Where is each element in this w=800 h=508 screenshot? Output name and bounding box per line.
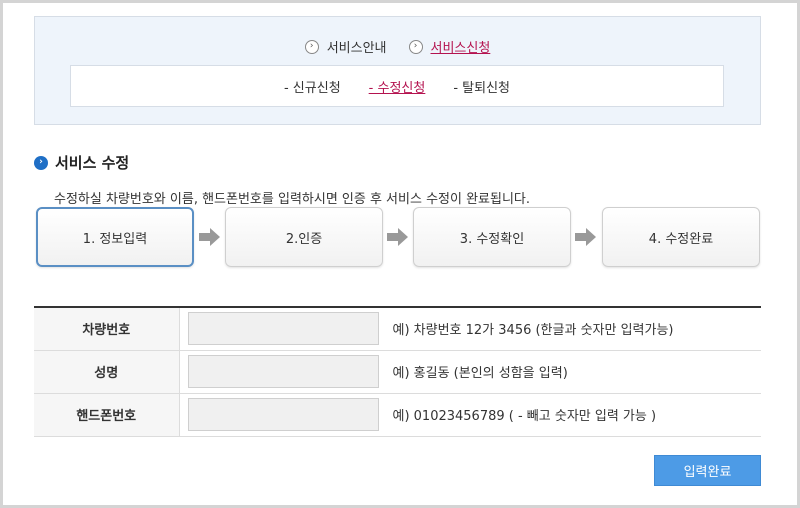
form-row-phone: 핸드폰번호 예) 01023456789 ( - 빼고 숫자만 입력 가능 ) (34, 393, 761, 437)
section-description: 수정하실 차량번호와 이름, 핸드폰번호를 입력하시면 인증 후 서비스 수정이… (54, 192, 531, 207)
sub-link-new[interactable]: - 신규신청 (284, 77, 341, 96)
car-number-input[interactable] (187, 312, 379, 346)
field-label: 성명 (34, 350, 180, 394)
section-title-text: 서비스 수정 (55, 154, 130, 172)
sub-link-withdraw[interactable]: - 탈퇴신청 (453, 77, 510, 96)
gray-arrow-right-icon (387, 228, 409, 246)
step-2: 2.인증 (225, 207, 383, 267)
step-3: 3. 수정확인 (413, 207, 571, 267)
nav-link-service-apply[interactable]: › 서비스신청 (408, 37, 491, 56)
nav-link-label: 서비스신청 (430, 41, 491, 56)
field-hint: 예) 홍길동 (본인의 성함을 입력) (392, 366, 568, 381)
field-label: 차량번호 (34, 307, 180, 351)
blue-circle-chevron-icon: › (34, 155, 48, 170)
submit-button[interactable]: 입력완료 (654, 455, 761, 486)
name-input[interactable] (187, 355, 379, 388)
sub-link-modify[interactable]: - 수정신청 (369, 77, 426, 96)
step-indicator: 1. 정보입력 2.인증 3. 수정확인 4. 수정완료 (36, 207, 761, 267)
circle-chevron-right-icon: › (304, 39, 319, 54)
service-nav: › 서비스안내 › 서비스신청 - 신규신청 - 수정신청 - 탈퇴신청 (34, 16, 761, 125)
modify-form: 차량번호 예) 차량번호 12가 3456 (한글과 숫자만 입력가능) 성명 … (34, 306, 761, 437)
sub-nav: - 신규신청 - 수정신청 - 탈퇴신청 (70, 65, 724, 107)
field-hint: 예) 01023456789 ( - 빼고 숫자만 입력 가능 ) (392, 409, 657, 424)
field-label: 핸드폰번호 (34, 393, 180, 437)
section-title: › 서비스 수정 (34, 152, 129, 173)
form-row-car-number: 차량번호 예) 차량번호 12가 3456 (한글과 숫자만 입력가능) (34, 307, 761, 351)
nav-top-links: › 서비스안내 › 서비스신청 (35, 37, 760, 56)
nav-link-service-info[interactable]: › 서비스안내 (304, 37, 387, 56)
step-4: 4. 수정완료 (602, 207, 760, 267)
nav-link-label: 서비스안내 (326, 41, 387, 56)
circle-chevron-right-icon: › (408, 39, 423, 54)
step-1: 1. 정보입력 (36, 207, 194, 267)
gray-arrow-right-icon (199, 228, 221, 246)
phone-input[interactable] (187, 398, 379, 431)
field-hint: 예) 차량번호 12가 3456 (한글과 숫자만 입력가능) (392, 323, 674, 339)
form-row-name: 성명 예) 홍길동 (본인의 성함을 입력) (34, 350, 761, 394)
gray-arrow-right-icon (575, 228, 597, 246)
